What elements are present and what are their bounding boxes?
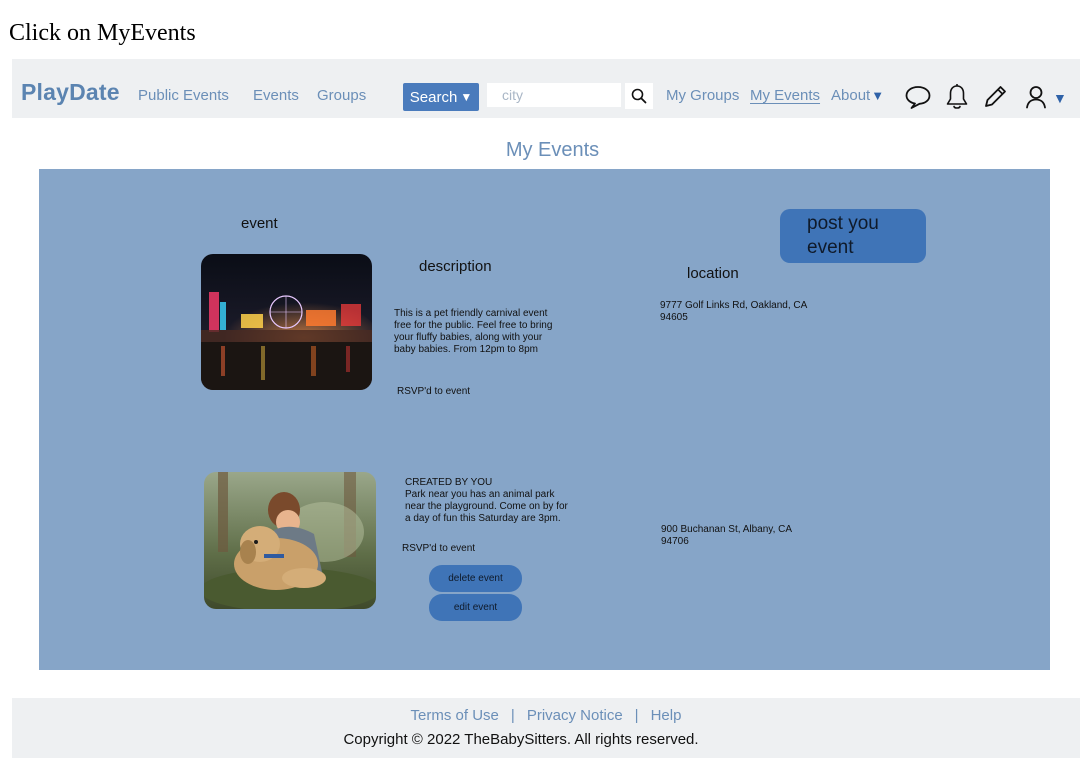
user-menu-caret-icon[interactable]: ▼: [1053, 90, 1067, 106]
my-events-panel: event description location post you even…: [39, 169, 1050, 670]
event-location: 9777 Golf Links Rd, Oakland, CA 94605: [660, 300, 807, 323]
child-with-dog-photo[interactable]: [204, 472, 376, 609]
caret-down-icon: ▼: [460, 90, 473, 104]
footer-links: Terms of Use | Privacy Notice | Help: [12, 707, 1080, 724]
copyright-text: Copyright © 2022 TheBabySitters. All rig…: [343, 731, 699, 748]
column-header-event: event: [241, 215, 278, 232]
caret-down-icon: ▼: [871, 88, 885, 103]
column-header-description: description: [419, 258, 492, 275]
rsvp-status: RSVP'd to event: [402, 543, 476, 554]
search-dropdown-button[interactable]: Search ▼: [403, 83, 479, 111]
nav-link-public-events[interactable]: Public Events: [138, 87, 229, 104]
search-icon[interactable]: [625, 83, 653, 109]
edit-event-button[interactable]: edit event: [429, 594, 522, 621]
event-location: 900 Buchanan St, Albany, CA 94706: [661, 524, 792, 547]
footer-divider: |: [510, 707, 515, 724]
user-icon[interactable]: [1021, 82, 1051, 112]
top-navbar: PlayDate Public Events Events Groups Sea…: [12, 59, 1080, 118]
page-title: My Events: [505, 139, 600, 161]
post-event-button[interactable]: post you event: [780, 209, 926, 263]
nav-link-my-groups[interactable]: My Groups: [666, 87, 739, 104]
nav-link-groups[interactable]: Groups: [317, 87, 366, 104]
nav-link-about[interactable]: About▼: [831, 87, 884, 104]
help-link[interactable]: Help: [651, 707, 682, 724]
about-label: About: [831, 87, 871, 104]
rsvp-status: RSVP'd to event: [397, 386, 471, 397]
column-header-location: location: [687, 265, 739, 282]
carnival-photo[interactable]: [201, 254, 372, 390]
privacy-notice-link[interactable]: Privacy Notice: [527, 707, 623, 724]
terms-of-use-link[interactable]: Terms of Use: [411, 707, 499, 724]
footer-divider: |: [634, 707, 639, 724]
search-button-label: Search: [409, 88, 458, 106]
chat-bubble-icon[interactable]: [903, 82, 933, 112]
created-by-you-label: CREATED BY YOU: [405, 477, 493, 488]
city-input[interactable]: [487, 83, 621, 107]
event-description: Park near you has an animal park near th…: [405, 489, 568, 524]
pencil-icon[interactable]: [980, 82, 1010, 112]
footer: Terms of Use | Privacy Notice | Help Copyrig…: [12, 698, 1080, 758]
task-instruction: Click on MyEvents: [9, 20, 196, 46]
nav-link-my-events[interactable]: My Events: [750, 87, 820, 104]
event-description: This is a pet friendly carnival event fr…: [394, 308, 553, 355]
nav-link-events[interactable]: Events: [253, 87, 299, 104]
brand-logo[interactable]: PlayDate: [21, 79, 120, 106]
bell-icon[interactable]: [942, 82, 972, 112]
delete-event-button[interactable]: delete event: [429, 565, 522, 592]
